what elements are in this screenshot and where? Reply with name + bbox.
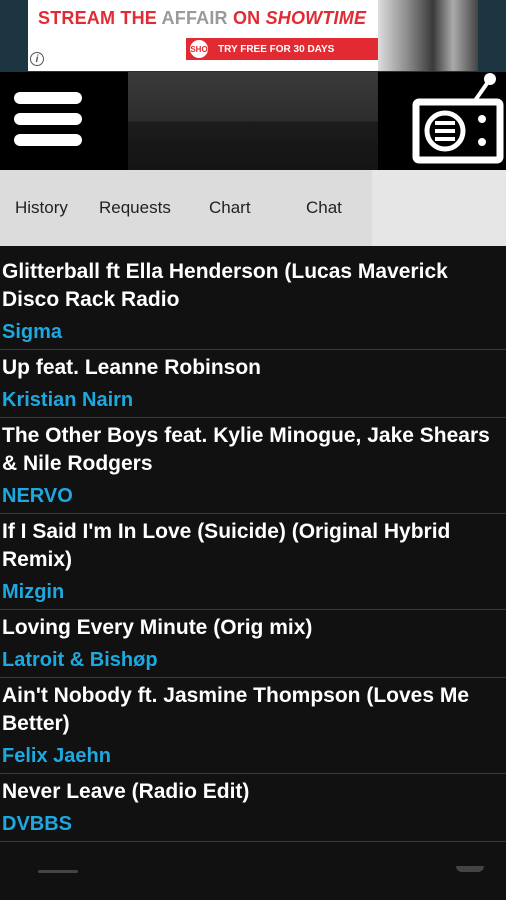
bottom-bar bbox=[0, 862, 506, 900]
song-title: Up feat. Leanne Robinson bbox=[2, 356, 262, 379]
tab-bar: History Requests Chart Chat bbox=[0, 170, 506, 246]
tab-history[interactable]: History bbox=[15, 198, 68, 218]
song-title: The Other Boys feat. Kylie Minogue, Jake… bbox=[2, 424, 490, 475]
artist-name: Felix Jaehn bbox=[2, 745, 111, 767]
ad-cta-button[interactable]: SHO TRY FREE FOR 30 DAYS ▶ bbox=[186, 38, 401, 60]
tab-chart[interactable]: Chart bbox=[209, 198, 251, 218]
song-title: Glitterball ft Ella Henderson (Lucas Mav… bbox=[2, 260, 448, 311]
showtime-logo: SHOWTIME bbox=[265, 8, 367, 28]
tab-requests[interactable]: Requests bbox=[99, 198, 171, 218]
ad-headline: STREAM THE AFFAIR ON SHOWTIME bbox=[38, 8, 367, 28]
list-item[interactable]: Glitterball ft Ella Henderson (Lucas Mav… bbox=[0, 254, 506, 350]
sho-badge-icon: SHO bbox=[190, 40, 208, 58]
list-item[interactable]: Ain't Nobody ft. Jasmine Thompson (Loves… bbox=[0, 678, 506, 774]
tab-chat[interactable]: Chat bbox=[306, 198, 342, 218]
ad-info-icon[interactable]: i bbox=[30, 52, 44, 66]
song-title: If I Said I'm In Love (Suicide) (Origina… bbox=[2, 520, 451, 571]
hamburger-menu-icon[interactable] bbox=[14, 92, 82, 148]
list-item[interactable]: The Other Boys feat. Kylie Minogue, Jake… bbox=[0, 418, 506, 514]
tab-filler bbox=[372, 170, 506, 246]
list-item[interactable]: Loving Every Minute (Orig mix) Latroit & … bbox=[0, 610, 506, 678]
list-item[interactable]: Never Leave (Radio Edit) DVBBS bbox=[0, 774, 506, 842]
ad-strip: STREAM THE AFFAIR ON SHOWTIME SHO TRY FR… bbox=[0, 0, 506, 72]
ad-photo bbox=[378, 0, 478, 71]
artist-name: NERVO bbox=[2, 485, 73, 507]
song-title: Never Leave (Radio Edit) bbox=[2, 780, 250, 803]
artist-name: Mizgin bbox=[2, 581, 65, 603]
nav-handle-left bbox=[38, 870, 78, 873]
nav-handle-right bbox=[456, 866, 484, 872]
ad-cta-label: TRY FREE FOR 30 DAYS bbox=[218, 43, 335, 55]
artist-name: Kristian Nairn bbox=[2, 389, 134, 411]
now-playing-panel bbox=[128, 72, 378, 170]
radio-icon[interactable] bbox=[410, 72, 506, 170]
ad-banner[interactable]: STREAM THE AFFAIR ON SHOWTIME SHO TRY FR… bbox=[28, 0, 478, 71]
song-title: Loving Every Minute (Orig mix) bbox=[2, 616, 313, 639]
artist-name: DVBBS bbox=[2, 813, 73, 835]
list-item[interactable]: Up feat. Leanne Robinson Kristian Nairn bbox=[0, 350, 506, 418]
list-item[interactable]: If I Said I'm In Love (Suicide) (Origina… bbox=[0, 514, 506, 610]
song-title: Ain't Nobody ft. Jasmine Thompson (Loves… bbox=[2, 684, 470, 735]
history-list: Glitterball ft Ella Henderson (Lucas Mav… bbox=[0, 254, 506, 842]
artist-name: Sigma bbox=[2, 321, 63, 343]
artist-name: Latroit & Bishøp bbox=[2, 649, 158, 671]
